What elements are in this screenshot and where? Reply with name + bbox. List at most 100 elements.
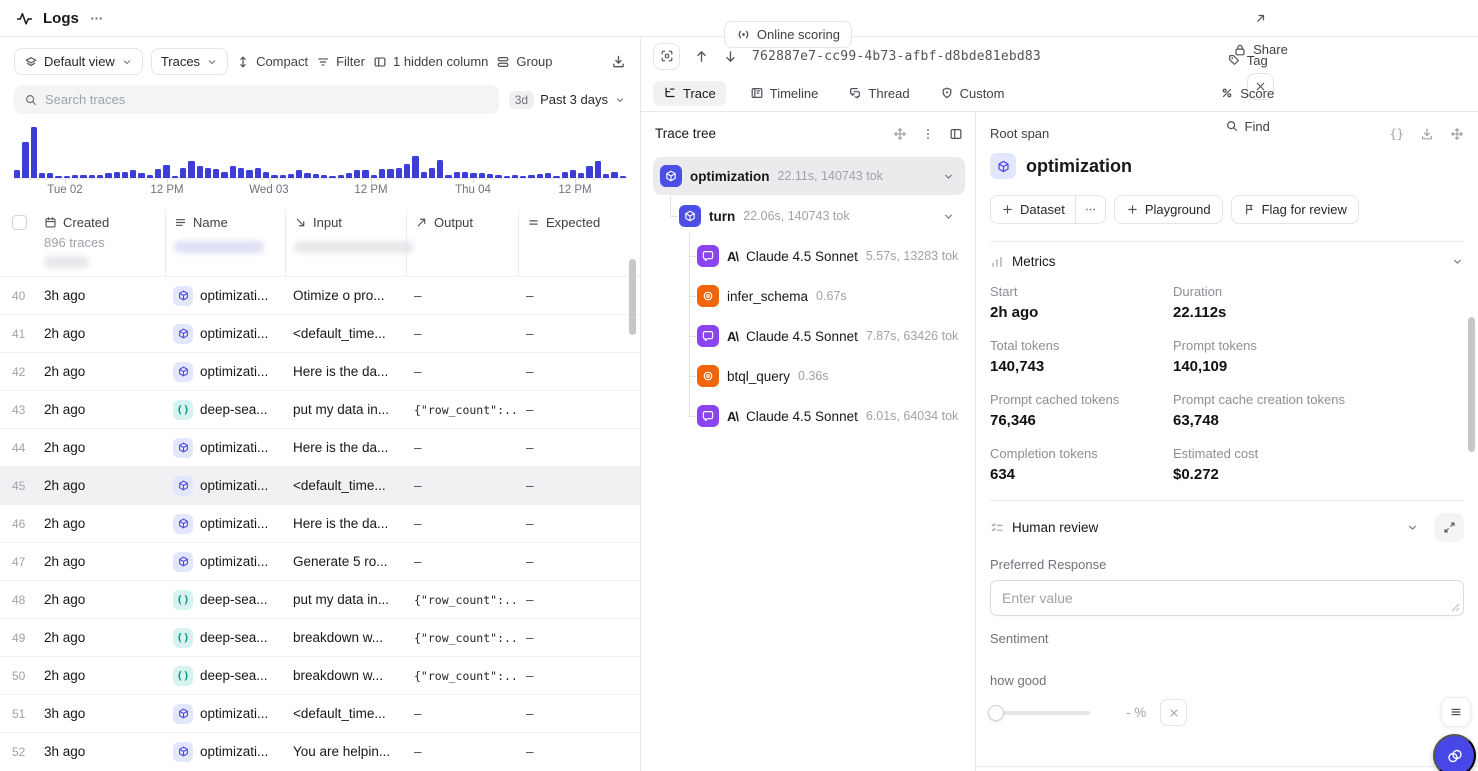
tag-button[interactable]: Tag (1227, 53, 1268, 68)
histogram-bar (611, 172, 617, 179)
table-row[interactable]: 46 2h ago optimizati... Here is the da..… (0, 504, 640, 542)
name-cell: () deep-sea... (165, 400, 285, 420)
open-fullscreen-button[interactable] (1253, 12, 1267, 26)
tree-span-item[interactable]: A\ Claude 4.5 Sonnet 5.57s, 13283 tok (653, 237, 965, 275)
histogram-bar (603, 174, 609, 178)
flag-for-review-button[interactable]: Flag for review (1231, 195, 1359, 224)
move-icon[interactable] (1450, 127, 1464, 141)
histogram-bar (271, 175, 277, 178)
tree-span-item[interactable]: A\ Claude 4.5 Sonnet 7.87s, 63426 tok (653, 317, 965, 355)
select-all-checkbox[interactable] (12, 215, 27, 230)
row-number: 50 (0, 669, 36, 683)
download-icon[interactable] (1420, 127, 1434, 141)
table-row[interactable]: 47 2h ago optimizati... Generate 5 ro...… (0, 542, 640, 580)
chevron-down-icon[interactable] (942, 210, 955, 223)
clear-score-button[interactable] (1160, 699, 1187, 726)
histogram-bar (180, 168, 186, 178)
date-range-selector[interactable]: 3d Past 3 days (509, 91, 626, 109)
preferred-response-input[interactable]: Enter value (990, 580, 1464, 616)
search-row: Search traces 3d Past 3 days (0, 83, 640, 114)
tree-span-item[interactable]: A\ btql_query 0.36s (653, 357, 965, 395)
histogram-bar (22, 142, 28, 178)
col-output[interactable]: Output (406, 210, 518, 233)
table-row[interactable]: 50 2h ago () deep-sea... breakdown w... … (0, 656, 640, 694)
dataset-more-button[interactable] (1075, 196, 1105, 223)
hidden-columns-button[interactable]: 1 hidden column (373, 54, 488, 69)
table-row[interactable]: 42 2h ago optimizati... Here is the da..… (0, 352, 640, 390)
table-row[interactable]: 48 2h ago () deep-sea... put my data in.… (0, 580, 640, 618)
col-expected[interactable]: Expected (518, 210, 611, 233)
shield-icon (940, 86, 954, 100)
tab-thread[interactable]: Thread (842, 81, 915, 106)
slider-thumb[interactable] (988, 705, 1004, 721)
floating-menu-button[interactable] (1441, 697, 1471, 727)
view-selector-button[interactable]: Default view (14, 48, 143, 75)
tab-trace[interactable]: Trace (653, 81, 726, 106)
export-button[interactable] (611, 54, 626, 69)
col-input[interactable]: Input (285, 210, 406, 233)
collapse-panel-icon[interactable] (949, 127, 963, 141)
table-row[interactable]: 51 3h ago optimizati... <default_time...… (0, 694, 640, 732)
code-braces-icon[interactable]: {} (1390, 127, 1404, 141)
metric-value: 63,748 (1173, 412, 1464, 429)
kebab-menu-icon[interactable] (921, 127, 935, 141)
traces-selector-button[interactable]: Traces (151, 48, 228, 75)
chevron-down-icon[interactable] (1406, 521, 1419, 534)
tree-span-item[interactable]: A\ Claude 4.5 Sonnet 6.01s, 64034 tok (653, 397, 965, 435)
group-button[interactable]: Group (496, 54, 552, 69)
chevron-down-icon[interactable] (942, 170, 955, 183)
assistant-button[interactable] (1433, 734, 1476, 771)
metrics-title: Metrics (1012, 254, 1056, 269)
output-cell: {"row_count":... (406, 669, 518, 683)
left-scrollbar[interactable] (629, 259, 636, 335)
table-row[interactable]: 52 3h ago optimizati... You are helpin..… (0, 732, 640, 770)
search-input[interactable]: Search traces (14, 85, 499, 114)
table-row[interactable]: 41 2h ago optimizati... <default_time...… (0, 314, 640, 352)
col-name[interactable]: Name (165, 210, 285, 233)
span-type-icon (173, 362, 193, 382)
prev-trace-button[interactable] (694, 49, 709, 64)
histogram-bar (371, 175, 377, 178)
tab-custom[interactable]: Custom (934, 81, 1011, 106)
col-created[interactable]: Created (36, 210, 165, 233)
row-number: 40 (0, 289, 36, 303)
table-row[interactable]: 43 2h ago () deep-sea... put my data in.… (0, 390, 640, 428)
select-all-cell[interactable] (0, 210, 36, 233)
filter-button[interactable]: Filter (316, 54, 365, 69)
focus-span-button[interactable] (653, 43, 680, 70)
playground-button[interactable]: Playground (1114, 195, 1223, 224)
tree-span-item[interactable]: A\ turn 22.06s, 140743 tok (653, 197, 965, 235)
add-to-dataset-button[interactable]: Dataset (991, 196, 1075, 223)
output-cell: {"row_count":... (406, 593, 518, 607)
resize-handle[interactable] (1451, 603, 1460, 612)
expand-review-button[interactable] (1435, 513, 1464, 542)
more-menu-icon[interactable] (89, 11, 104, 26)
tab-timeline[interactable]: Timeline (744, 81, 825, 106)
output-cell: – (406, 288, 518, 303)
right-scrollbar[interactable] (1468, 317, 1475, 452)
span-name: deep-sea... (200, 592, 268, 607)
span-name: turn (709, 209, 735, 224)
output-cell: – (406, 516, 518, 531)
histogram-bar (338, 175, 344, 178)
histogram-bar (55, 176, 61, 178)
next-trace-button[interactable] (723, 49, 738, 64)
histogram-bar (362, 170, 368, 178)
root-span-label: Root span (990, 126, 1049, 141)
move-icon[interactable] (893, 127, 907, 141)
trace-id[interactable]: 762887e7-cc99-4b73-afbf-d8bde81ebd83 (752, 49, 1041, 64)
review-button[interactable]: Review (756, 0, 820, 3)
table-row[interactable]: 45 2h ago optimizati... <default_time...… (0, 466, 640, 504)
table-row[interactable]: 40 3h ago optimizati... Otimize o pro...… (0, 276, 640, 314)
trace-volume-histogram[interactable]: Tue 02 12 PM Wed 03 12 PM Thu 04 12 PM (14, 126, 626, 200)
score-button[interactable]: Score (1220, 86, 1274, 101)
tree-span-item[interactable]: A\ infer_schema 0.67s (653, 277, 965, 315)
tree-span-item[interactable]: A\ optimization 22.11s, 140743 tok (653, 157, 965, 195)
compact-toggle-button[interactable]: Compact (236, 54, 308, 69)
span-icon (697, 325, 719, 347)
table-row[interactable]: 44 2h ago optimizati... Here is the da..… (0, 428, 640, 466)
table-row[interactable]: 49 2h ago () deep-sea... breakdown w... … (0, 618, 640, 656)
row-number: 45 (0, 479, 36, 493)
score-slider[interactable] (990, 711, 1090, 715)
chevron-down-icon[interactable] (1451, 255, 1464, 268)
